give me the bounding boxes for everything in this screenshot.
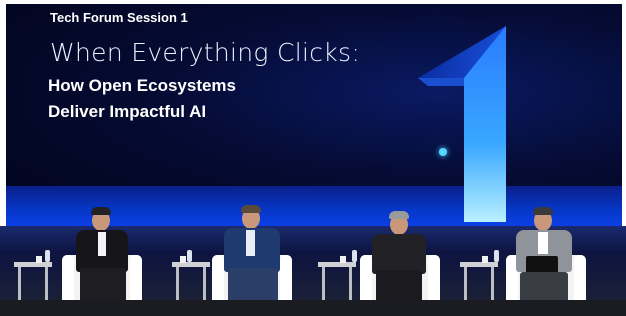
cup [180,256,186,263]
headline: When Everything Clicks: [50,38,361,67]
water-bottle [494,250,499,262]
cup [482,256,488,263]
stage-edge [0,300,626,316]
glow-dot [439,148,447,156]
cup [36,256,42,263]
photo-frame: Tech Forum Session 1 When Everything Cli… [0,0,626,316]
water-bottle [187,250,192,262]
subline-2: Deliver Impactful AI [48,102,207,121]
water-bottle [352,250,357,262]
session-label: Tech Forum Session 1 [50,10,188,25]
stage-screen: Tech Forum Session 1 When Everything Cli… [6,4,622,226]
subline-1: How Open Ecosystems [48,76,237,95]
cup [340,256,346,263]
water-bottle [45,250,50,262]
number-one-graphic [418,26,506,222]
